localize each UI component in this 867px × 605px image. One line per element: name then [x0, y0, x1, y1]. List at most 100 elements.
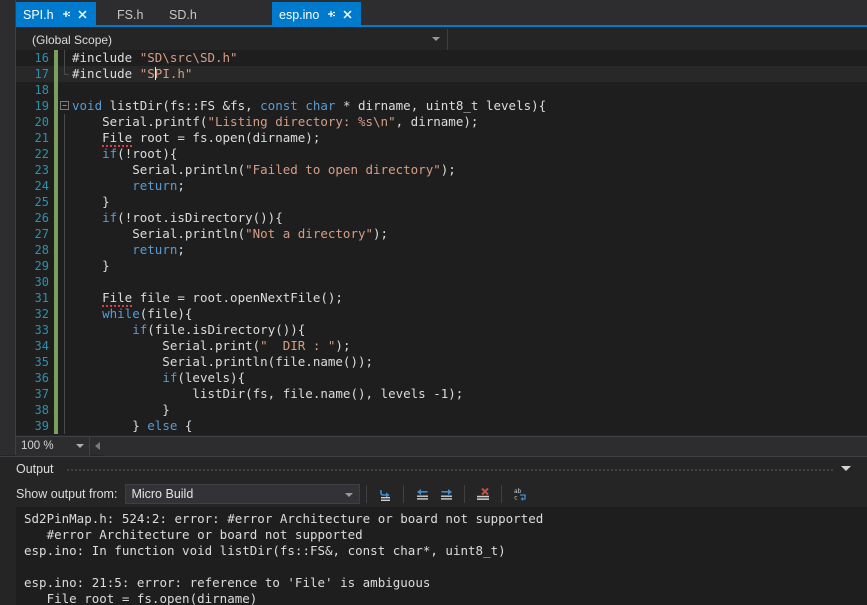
- zoom-level-dropdown[interactable]: 100 %: [16, 436, 90, 456]
- fold-column[interactable]: [58, 210, 72, 226]
- code-line[interactable]: 27 Serial.println("Not a directory");: [16, 226, 867, 242]
- code-text: File file = root.openNextFile();: [72, 290, 867, 307]
- line-number: 38: [34, 403, 49, 417]
- code-text: while(file){: [72, 306, 867, 322]
- clear-all-icon[interactable]: [472, 483, 494, 505]
- fold-column[interactable]: [58, 242, 72, 258]
- fold-guide-line: [64, 210, 65, 226]
- code-token: Serial.printf(: [72, 114, 208, 129]
- fold-column[interactable]: [58, 290, 72, 306]
- code-line[interactable]: 39 } else {: [16, 418, 867, 434]
- code-line[interactable]: 21 File root = fs.open(dirname);: [16, 130, 867, 147]
- next-message-icon[interactable]: [435, 483, 457, 505]
- code-line[interactable]: 20 Serial.printf("Listing directory: %s\…: [16, 114, 867, 130]
- code-line[interactable]: 26 if(!root.isDirectory()){: [16, 210, 867, 226]
- fold-column[interactable]: [58, 322, 72, 338]
- editor-tab-spi-h[interactable]: SPI.h: [16, 2, 96, 27]
- show-output-from-label: Show output from:: [16, 487, 118, 501]
- code-line[interactable]: 38 }: [16, 402, 867, 418]
- output-text-area[interactable]: Sd2PinMap.h: 524:2: error: #error Archit…: [16, 507, 867, 605]
- fold-column[interactable]: [58, 370, 72, 386]
- fold-column[interactable]: [58, 114, 72, 130]
- code-line[interactable]: 19 − void listDir(fs::FS &fs, const char *…: [16, 98, 867, 114]
- fold-column[interactable]: [58, 82, 72, 98]
- pin-icon[interactable]: [60, 8, 73, 21]
- code-line[interactable]: 37 listDir(fs, file.name(), levels -1);: [16, 386, 867, 402]
- code-line[interactable]: 35 Serial.println(file.name());: [16, 354, 867, 370]
- code-token: (levels){: [177, 370, 246, 385]
- code-line[interactable]: 36 if(levels){: [16, 370, 867, 386]
- code-line[interactable]: 28 return;: [16, 242, 867, 258]
- line-number: 20: [34, 115, 49, 129]
- chevron-down-icon[interactable]: [841, 466, 851, 471]
- code-line[interactable]: 31 File file = root.openNextFile();: [16, 290, 867, 307]
- code-token: }: [72, 402, 170, 417]
- code-line[interactable]: 25 }: [16, 194, 867, 210]
- code-editor[interactable]: 16 #include "SD\src\SD.h" 17 #include "SPI.…: [16, 50, 867, 435]
- horizontal-scroll-left-button[interactable]: [90, 437, 104, 456]
- fold-column[interactable]: [58, 66, 72, 82]
- code-line[interactable]: 32 while(file){: [16, 306, 867, 322]
- fold-guide-line: [64, 130, 65, 146]
- code-token: );: [335, 338, 351, 353]
- fold-column[interactable]: −: [58, 98, 72, 114]
- line-number: 25: [34, 195, 49, 209]
- close-icon[interactable]: [76, 8, 89, 21]
- code-line[interactable]: 24 return;: [16, 178, 867, 194]
- fold-column[interactable]: [58, 130, 72, 146]
- fold-column[interactable]: [58, 50, 72, 66]
- code-line[interactable]: 22 if(!root){: [16, 146, 867, 162]
- fold-column[interactable]: [58, 274, 72, 290]
- code-token: if: [162, 370, 178, 385]
- editor-tab-sd-h[interactable]: SD.h: [162, 2, 210, 27]
- drag-handle-dots[interactable]: [66, 468, 833, 471]
- code-token: , dirname);: [395, 114, 479, 129]
- chevron-down-icon: [76, 444, 84, 448]
- code-token: {: [177, 418, 193, 433]
- output-panel-toolbar: Show output from: Micro Build ab c: [0, 481, 867, 507]
- pin-icon[interactable]: [325, 8, 338, 21]
- code-line[interactable]: 30: [16, 274, 867, 290]
- editor-tab-fs-h[interactable]: FS.h: [110, 2, 156, 27]
- fold-column[interactable]: [58, 226, 72, 242]
- editor-tab-esp-ino[interactable]: esp.ino: [272, 2, 362, 27]
- fold-column[interactable]: [58, 194, 72, 210]
- go-to-message-icon[interactable]: [374, 483, 396, 505]
- fold-column[interactable]: [58, 306, 72, 322]
- previous-message-icon[interactable]: [411, 483, 433, 505]
- fold-column[interactable]: [58, 146, 72, 162]
- code-line[interactable]: 33 if(file.isDirectory()){: [16, 322, 867, 338]
- code-text: return;: [72, 178, 867, 194]
- code-line[interactable]: 16 #include "SD\src\SD.h": [16, 50, 867, 66]
- fold-column[interactable]: [58, 418, 72, 434]
- code-text: }: [72, 402, 867, 418]
- fold-column[interactable]: [58, 354, 72, 370]
- code-line[interactable]: 17 #include "SPI.h": [16, 66, 867, 82]
- close-icon[interactable]: [341, 8, 354, 21]
- code-line[interactable]: 34 Serial.print(" DIR : ");: [16, 338, 867, 354]
- horizontal-scrollbar[interactable]: [104, 436, 867, 456]
- line-number: 22: [34, 147, 49, 161]
- fold-column[interactable]: [58, 402, 72, 418]
- left-docked-toolwindow-strip[interactable]: Toolbox Server Explorer: [0, 0, 16, 455]
- code-line[interactable]: 29 }: [16, 258, 867, 274]
- code-token: "Not a directory": [245, 226, 374, 241]
- code-line[interactable]: 23 Serial.println("Failed to open direct…: [16, 162, 867, 178]
- toggle-word-wrap-icon[interactable]: ab c: [509, 483, 531, 505]
- fold-column[interactable]: [58, 258, 72, 274]
- fold-column[interactable]: [58, 386, 72, 402]
- collapse-toggle-icon[interactable]: −: [60, 101, 69, 110]
- code-text: listDir(fs, file.name(), levels -1);: [72, 386, 867, 402]
- code-token: while: [102, 306, 140, 321]
- fold-column[interactable]: [58, 338, 72, 354]
- scope-dropdown[interactable]: (Global Scope): [16, 29, 448, 50]
- tab-label: esp.ino: [279, 7, 320, 22]
- code-token: "S: [139, 66, 155, 81]
- code-line[interactable]: 18: [16, 82, 867, 98]
- output-source-dropdown[interactable]: Micro Build: [125, 484, 361, 504]
- fold-column[interactable]: [58, 178, 72, 194]
- fold-column[interactable]: [58, 162, 72, 178]
